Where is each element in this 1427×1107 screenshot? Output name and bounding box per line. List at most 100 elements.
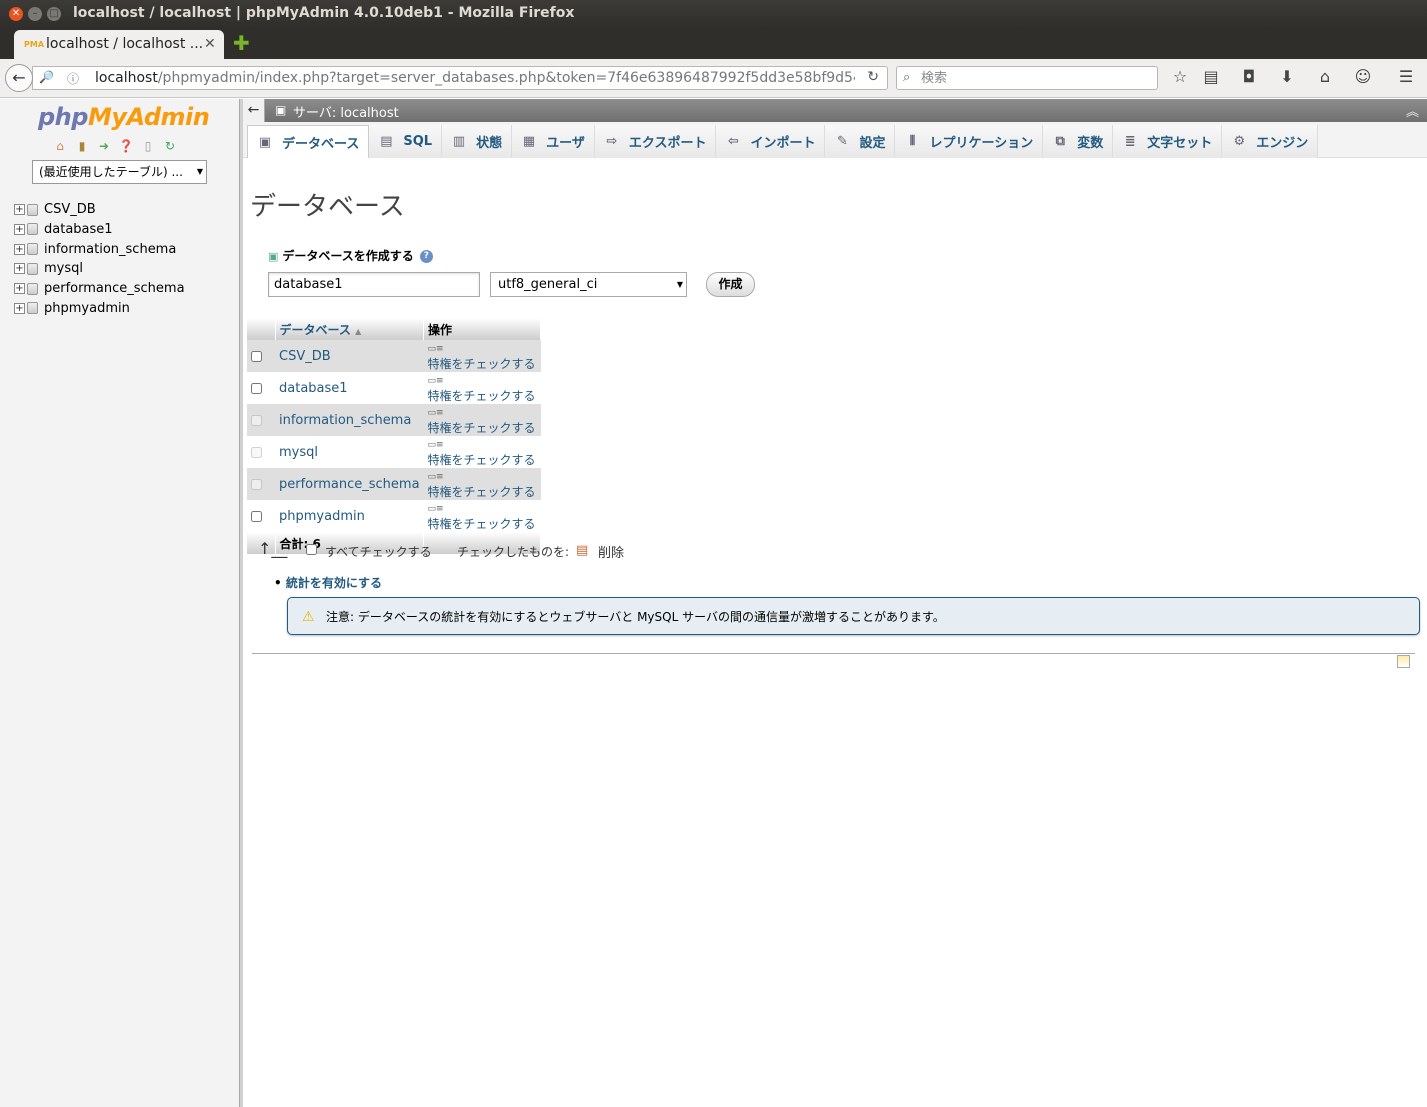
tab-replication[interactable]: ⫴ レプリケーション	[895, 125, 1044, 158]
table-row: information_schema ▭≡ 特権をチェックする	[247, 404, 541, 436]
tree-item-database[interactable]: + phpmyadmin	[14, 301, 185, 321]
pma-logo[interactable]: phpMyAdmin	[38, 103, 210, 131]
logout-icon[interactable]: ▮	[73, 138, 91, 154]
action-column-header: 操作	[423, 318, 541, 340]
enable-statistics-link[interactable]: 統計を有効にする	[286, 576, 382, 590]
database-tree: + CSV_DB + database1 + information_schema +…	[14, 202, 185, 321]
check-privileges-link[interactable]: 特権をチェックする	[428, 485, 536, 499]
tab-variables[interactable]: ⧉ 変数	[1043, 125, 1114, 158]
tab-status[interactable]: ▥ 状態	[442, 125, 513, 158]
bookmark-star-icon[interactable]: ☆	[1169, 68, 1191, 86]
tab-label: エンジン	[1256, 136, 1309, 151]
menu-icon[interactable]: ☰	[1395, 68, 1417, 86]
database-link[interactable]: performance_schema	[279, 477, 420, 492]
tab-engine[interactable]: ⚙ エンジン	[1222, 125, 1319, 158]
url-text[interactable]: localhost/phpmyadmin/index.php?target=se…	[95, 70, 855, 86]
query-window-icon[interactable]: ➜	[95, 138, 113, 154]
expand-icon[interactable]: +	[14, 302, 25, 314]
row-checkbox[interactable]	[251, 510, 262, 522]
database-link[interactable]: phpmyadmin	[279, 509, 365, 524]
database-link[interactable]: database1	[279, 381, 348, 396]
window-minimize-button[interactable]: –	[28, 7, 42, 21]
collapse-nav-icon[interactable]: ←	[243, 99, 265, 122]
tree-item-database[interactable]: + information_schema	[14, 242, 185, 262]
tab-charset[interactable]: ≣ 文字セット	[1113, 125, 1223, 158]
check-privileges-link[interactable]: 特権をチェックする	[428, 357, 536, 371]
check-privileges-link[interactable]: 特権をチェックする	[428, 421, 536, 435]
tab-import[interactable]: ⇦ インポート	[716, 125, 826, 158]
tab-close-icon[interactable]: ✕	[204, 37, 216, 51]
docs-icon[interactable]: ❓	[117, 138, 135, 154]
tab-export[interactable]: ⇨ エクスポート	[594, 125, 717, 158]
identity-icon[interactable]: 🔎	[39, 70, 54, 84]
help-icon[interactable]: ?	[419, 250, 433, 263]
row-checkbox[interactable]	[251, 382, 262, 394]
tab-label: レプリケーション	[929, 136, 1034, 151]
search-box[interactable]: ⌕	[896, 66, 1158, 90]
tree-item-database[interactable]: + performance_schema	[14, 281, 185, 301]
home-icon[interactable]: ⌂	[51, 138, 69, 154]
search-input[interactable]	[921, 69, 1151, 87]
database-name-cell: information_schema	[275, 404, 424, 436]
browser-tab[interactable]: PMA localhost / localhost ... ✕	[14, 30, 224, 59]
server-breadcrumb-link[interactable]: サーバ: localhost	[293, 102, 399, 121]
tree-item-database[interactable]: + CSV_DB	[14, 202, 185, 222]
back-button[interactable]: ←	[5, 64, 33, 92]
check-all-label[interactable]: すべてチェックする	[325, 543, 432, 560]
row-checkbox[interactable]	[251, 350, 262, 362]
reload-nav-icon[interactable]: ↻	[161, 138, 179, 154]
row-checkbox-cell	[247, 436, 275, 468]
nav-resize-handle[interactable]	[240, 99, 243, 1107]
check-privileges-link[interactable]: 特権をチェックする	[428, 389, 536, 403]
page-info-icon[interactable]: ⓘ	[67, 70, 79, 87]
tab-sql[interactable]: ▤ SQL	[369, 125, 443, 158]
expand-icon[interactable]: +	[14, 263, 25, 275]
expand-icon[interactable]: +	[14, 223, 25, 235]
enable-statistics-item: • 統計を有効にする	[274, 576, 382, 590]
window-close-button[interactable]: ✕	[9, 7, 23, 21]
action-cell: ▭≡ 特権をチェックする	[423, 468, 541, 500]
collation-select[interactable]: utf8_general_ci ▼	[490, 272, 687, 297]
recent-tables-select[interactable]: (最近使用したテーブル) ... ▼	[32, 160, 207, 184]
console-icon[interactable]	[1397, 655, 1410, 668]
create-database-button[interactable]: 作成	[706, 272, 755, 297]
check-privileges-link[interactable]: 特権をチェックする	[428, 453, 536, 467]
mysql-docs-icon[interactable]: ▯	[139, 138, 157, 154]
databases-table: データベース ▲ 操作 CSV_DB ▭≡ 特権をチェックする database1 ▭≡…	[247, 318, 541, 554]
reload-icon[interactable]: ↻	[867, 69, 879, 85]
tab-users[interactable]: ▦ ユーザ	[512, 125, 595, 158]
expand-icon[interactable]: +	[14, 204, 25, 215]
tree-item-database[interactable]: + mysql	[14, 261, 185, 281]
database-link[interactable]: mysql	[279, 445, 318, 460]
new-tab-icon[interactable]: ✚	[233, 33, 250, 53]
database-link[interactable]: CSV_DB	[279, 349, 331, 364]
action-cell: ▭≡ 特権をチェックする	[423, 340, 541, 372]
expand-icon[interactable]: +	[14, 283, 25, 295]
tab-database[interactable]: ▣ データベース	[247, 125, 370, 158]
reading-list-icon[interactable]: ▤	[1200, 68, 1222, 86]
url-bar[interactable]: 🔎 ⓘ localhost/phpmyadmin/index.php?targe…	[32, 66, 888, 90]
database-link[interactable]: information_schema	[279, 413, 411, 428]
delete-button[interactable]: 削除	[598, 542, 624, 561]
home-icon[interactable]: ⌂	[1314, 68, 1336, 86]
table-row: performance_schema ▭≡ 特権をチェックする	[247, 468, 541, 500]
delete-icon[interactable]: ▤	[576, 543, 588, 558]
pma-navigation-panel: phpMyAdmin ⌂ ▮ ➜ ❓ ▯ ↻ (最近使用したテーブル) ... ▼ + CS…	[0, 99, 240, 1107]
database-column-header[interactable]: データベース ▲	[275, 318, 425, 340]
pocket-icon[interactable]: ◘	[1238, 68, 1260, 86]
tree-item-database[interactable]: + database1	[14, 222, 185, 242]
check-privileges-link[interactable]: 特権をチェックする	[428, 517, 536, 531]
create-database-icon: ▣	[268, 250, 279, 263]
window-maximize-button[interactable]: □	[47, 7, 61, 21]
privileges-icon: ▭≡	[427, 376, 444, 386]
chat-icon[interactable]: ☺	[1352, 68, 1374, 86]
check-all-checkbox[interactable]	[306, 544, 317, 555]
new-database-name-input[interactable]	[268, 272, 480, 297]
top-menu: ▣ データベース ▤ SQL ▥ 状態 ▦ ユーザ ⇨ エクスポート ⇦ インポート ✎ 設定 ⫴ レプリケー…	[243, 122, 1427, 158]
expand-icon[interactable]: +	[14, 243, 25, 255]
row-checkbox-cell	[247, 500, 275, 532]
tab-settings[interactable]: ✎ 設定	[825, 125, 896, 158]
page-settings-icon[interactable]: ︽	[1406, 101, 1419, 120]
with-selected-label: チェックしたものを:	[457, 545, 570, 559]
download-icon[interactable]: ⬇	[1276, 68, 1298, 86]
